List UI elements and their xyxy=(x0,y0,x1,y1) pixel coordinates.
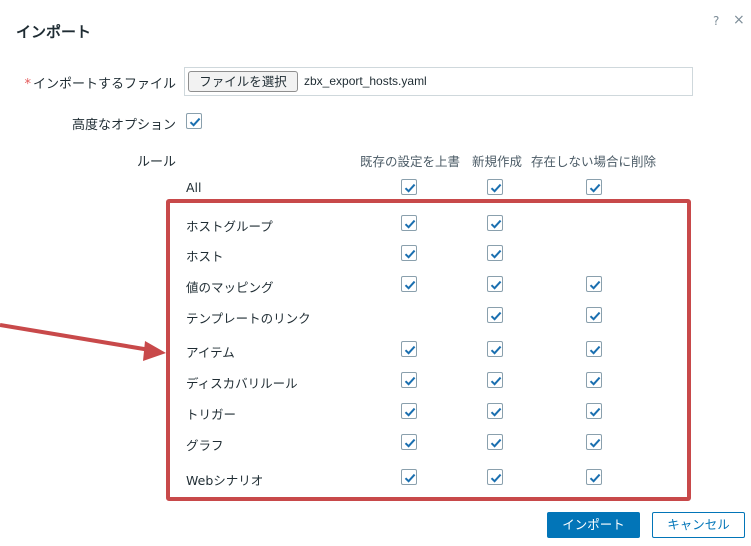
cancel-button[interactable]: キャンセル xyxy=(652,512,745,538)
import-button[interactable]: インポート xyxy=(547,512,640,538)
pointer-arrow xyxy=(0,323,166,361)
